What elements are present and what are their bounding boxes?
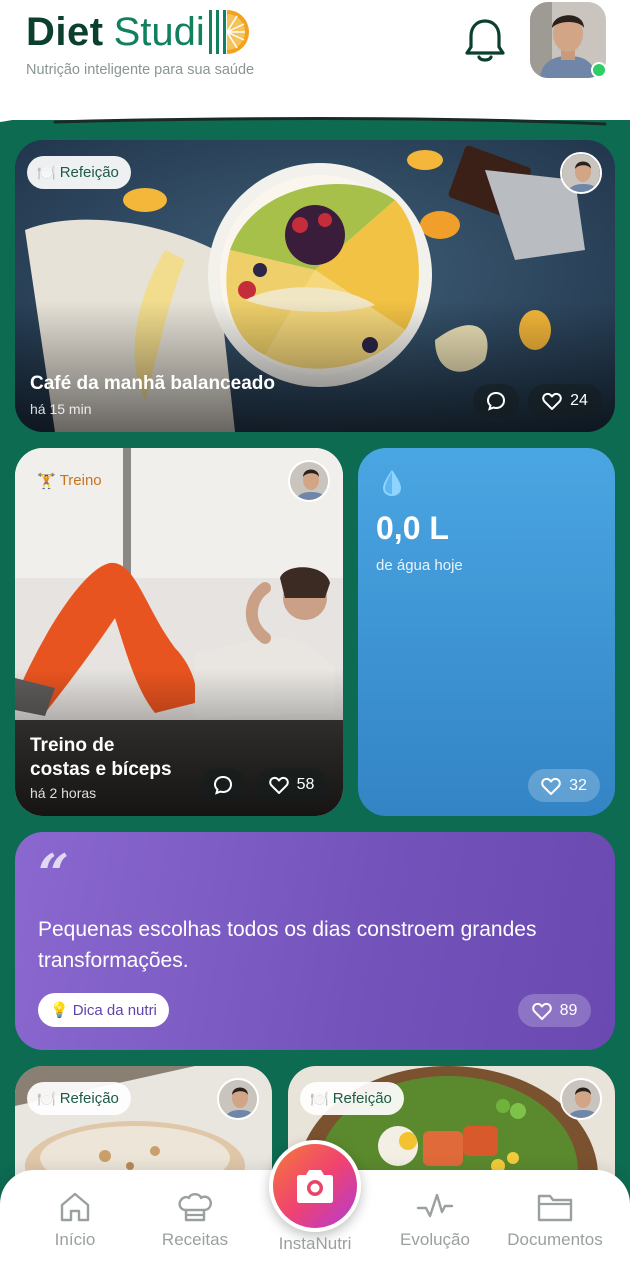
- logo-text-diet: Diet: [26, 9, 104, 54]
- author-avatar[interactable]: [217, 1078, 259, 1120]
- like-button[interactable]: 32: [528, 769, 600, 802]
- heart-icon: [541, 777, 561, 795]
- nav-label-instanutri[interactable]: InstaNutri: [255, 1234, 375, 1254]
- post-title-line2: costas e bíceps: [30, 759, 172, 780]
- category-chip-label: Refeição: [332, 1090, 392, 1107]
- like-button[interactable]: 58: [255, 768, 328, 802]
- category-chip: 🍽️ Refeição: [300, 1082, 404, 1115]
- comment-icon: [213, 775, 233, 795]
- nav-item-evolucao[interactable]: Evolução: [375, 1190, 495, 1250]
- category-chip: 🍽️ Refeição: [27, 1082, 131, 1115]
- like-count: 24: [570, 392, 588, 409]
- water-tracker-card[interactable]: [358, 448, 615, 816]
- category-chip: 🏋️ Treino: [27, 464, 114, 497]
- plate-icon: 🍽️: [310, 1090, 329, 1108]
- header-wave-divider: [0, 92, 630, 126]
- meal-post-card[interactable]: 🍽️ Refeição Café da manhã balanceado há …: [15, 140, 615, 432]
- like-button[interactable]: 89: [518, 994, 591, 1027]
- lightbulb-icon: 💡: [50, 1002, 69, 1019]
- plate-icon: 🍽️: [37, 1090, 56, 1108]
- post-time: há 15 min: [30, 401, 92, 417]
- bell-icon[interactable]: [462, 16, 508, 64]
- nav-item-inicio[interactable]: Início: [15, 1190, 135, 1250]
- post-title: Café da manhã balanceado: [30, 373, 275, 394]
- comment-icon: [486, 391, 506, 411]
- nav-item-documentos[interactable]: Documentos: [495, 1190, 615, 1250]
- activity-icon: [416, 1193, 454, 1218]
- logo-citrus-icon: [208, 10, 249, 54]
- like-count: 89: [559, 1001, 578, 1019]
- heart-icon: [531, 1002, 552, 1020]
- author-avatar[interactable]: [288, 460, 330, 502]
- logo-text-studio: Studi: [113, 9, 205, 54]
- category-chip: 🍽️ Refeição: [27, 156, 131, 189]
- heart-icon: [268, 776, 289, 794]
- nav-label: Início: [54, 1230, 96, 1249]
- home-icon: [60, 1192, 90, 1222]
- category-chip-label: Refeição: [59, 1090, 119, 1107]
- nav-label: Documentos: [507, 1230, 603, 1249]
- water-label: de água hoje: [376, 557, 463, 574]
- heart-icon: [542, 392, 562, 410]
- tip-category-chip: 💡 Dica da nutri: [38, 993, 169, 1027]
- camera-icon: [297, 1170, 333, 1203]
- category-chip-label: Refeição: [59, 164, 119, 181]
- nav-label: Evolução: [400, 1230, 470, 1249]
- folder-icon: [537, 1194, 573, 1222]
- like-count: 58: [296, 776, 315, 793]
- instanutri-camera-button[interactable]: [269, 1140, 361, 1232]
- water-amount: 0,0 L: [376, 510, 449, 546]
- weightlifter-icon: 🏋️: [37, 472, 56, 490]
- nav-item-receitas[interactable]: Receitas: [135, 1190, 255, 1250]
- chef-hat-icon: [178, 1193, 212, 1222]
- like-count: 32: [569, 776, 587, 794]
- category-chip-label: Treino: [59, 472, 102, 489]
- water-drop-icon: [383, 470, 401, 496]
- tip-quote-text: Pequenas escolhas todos os dias constroe…: [38, 918, 537, 972]
- plate-icon: 🍽️: [37, 164, 56, 182]
- author-avatar[interactable]: [560, 1078, 602, 1120]
- tip-chip-label: Dica da nutri: [72, 1001, 157, 1019]
- app-tagline: Nutrição inteligente para sua saúde: [26, 62, 255, 78]
- quote-mark-icon: “: [38, 842, 70, 906]
- post-title-line1: Treino de: [30, 735, 115, 756]
- workout-post-card[interactable]: 🏋️ Treino Treino de costas e bíceps há 2…: [15, 448, 343, 816]
- online-status-indicator: [591, 62, 607, 78]
- post-time: há 2 horas: [30, 785, 97, 801]
- author-avatar[interactable]: [560, 152, 602, 194]
- comment-button[interactable]: [200, 768, 246, 802]
- like-button[interactable]: 24: [528, 384, 602, 418]
- nav-label: Receitas: [161, 1230, 229, 1249]
- app-logo[interactable]: Diet Studi: [26, 8, 251, 56]
- comment-button[interactable]: [473, 384, 519, 418]
